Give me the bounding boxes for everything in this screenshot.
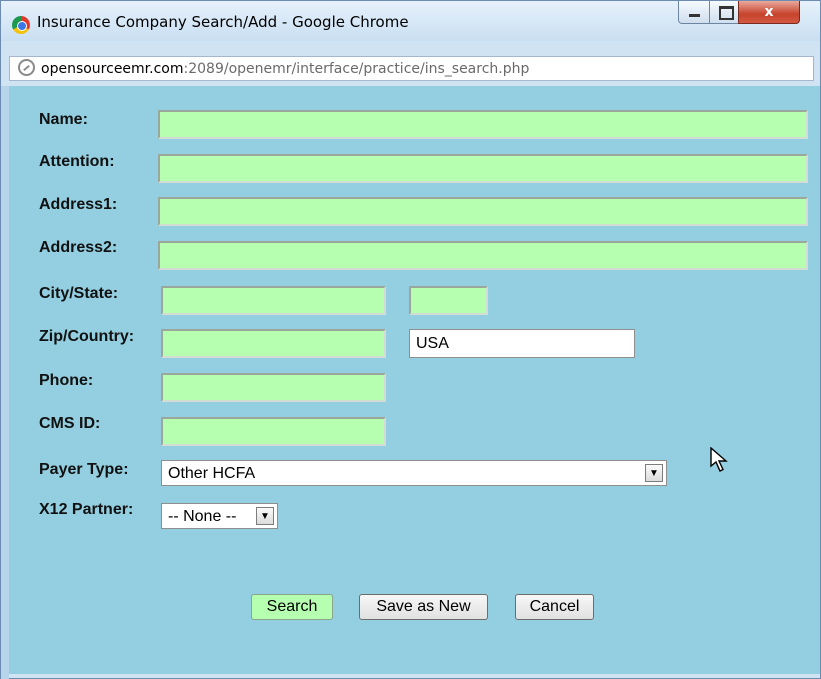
window-title: Insurance Company Search/Add - Google Ch… (37, 13, 409, 31)
address1-input[interactable] (158, 197, 808, 226)
phone-label: Phone: (39, 372, 94, 389)
zip-country-label: Zip/Country: (39, 328, 135, 345)
country-input[interactable]: USA (409, 329, 635, 358)
zip-input[interactable] (161, 329, 386, 358)
payer-type-value: Other HCFA (168, 465, 256, 482)
chrome-logo-icon (12, 16, 30, 34)
window-border (1, 86, 9, 679)
url-text[interactable]: opensourceemr.com:2089/openemr/interface… (41, 61, 529, 77)
maximize-button[interactable] (709, 1, 739, 24)
page-icon (18, 59, 35, 76)
mouse-cursor-icon (710, 447, 728, 472)
url-host: opensourceemr.com (41, 61, 184, 77)
title-bar: Insurance Company Search/Add - Google Ch… (1, 1, 820, 41)
address1-label: Address1: (39, 196, 118, 213)
attention-input[interactable] (158, 154, 808, 183)
cms-id-label: CMS ID: (39, 415, 101, 432)
payer-type-label: Payer Type: (39, 461, 129, 478)
chevron-down-icon[interactable]: ▼ (256, 507, 274, 525)
search-button[interactable]: Search (251, 594, 333, 620)
address2-input[interactable] (158, 241, 808, 270)
close-icon: x (764, 4, 774, 20)
attention-label: Attention: (39, 153, 115, 170)
save-as-new-button[interactable]: Save as New (359, 594, 488, 620)
minimize-button[interactable] (678, 1, 710, 24)
cancel-button[interactable]: Cancel (515, 594, 594, 620)
city-state-label: City/State: (39, 285, 119, 302)
payer-type-select[interactable]: Other HCFA ▼ (161, 460, 667, 486)
city-input[interactable] (161, 286, 386, 315)
state-input[interactable] (409, 286, 488, 315)
phone-input[interactable] (161, 373, 386, 402)
x12-partner-select[interactable]: -- None -- ▼ (161, 503, 278, 529)
browser-window: Insurance Company Search/Add - Google Ch… (0, 0, 821, 679)
address2-label: Address2: (39, 239, 118, 256)
url-path: :2089/openemr/interface/practice/ins_sea… (183, 61, 530, 77)
chevron-down-icon[interactable]: ▼ (645, 464, 663, 482)
close-button[interactable]: x (738, 1, 800, 24)
name-input[interactable] (158, 110, 808, 139)
x12-partner-label: X12 Partner: (39, 501, 134, 518)
x12-partner-value: -- None -- (168, 508, 237, 525)
cms-id-input[interactable] (161, 417, 386, 446)
name-label: Name: (39, 111, 88, 128)
